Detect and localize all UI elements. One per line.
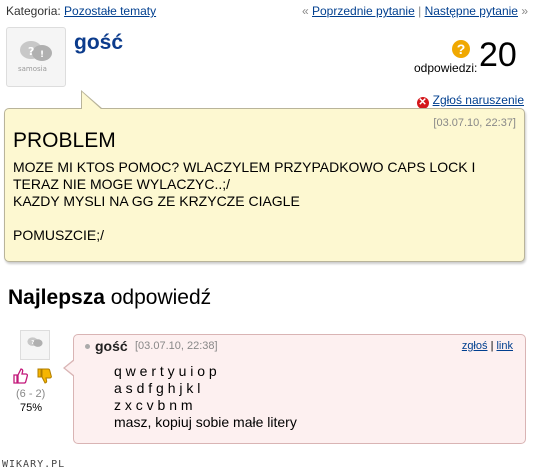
answer-report-link[interactable]: zgłoś [462, 340, 488, 352]
answer-author[interactable]: gość [95, 338, 128, 354]
best-answer-heading: Najlepsza odpowiedź [8, 286, 211, 310]
thumbs-up-icon[interactable] [12, 368, 29, 384]
nav-separator: | [418, 4, 422, 18]
answer-body: q w e r t y u i o p a s d f g h j k l z … [114, 363, 297, 430]
svg-text:?: ? [31, 340, 34, 346]
thumbs-down-icon[interactable] [36, 368, 52, 384]
best-answer-heading-bold: Najlepsza [8, 286, 105, 309]
category-link[interactable]: Pozostałe tematy [64, 4, 156, 18]
watermark: WIKARY.PL [2, 459, 66, 470]
top-bar: Kategoria: Pozostałe tematy « Poprzednie… [6, 4, 530, 18]
next-question-link[interactable]: Następne pytanie [425, 4, 518, 18]
samosia-logo-icon: ? ! samosia [18, 41, 52, 73]
nav-suffix: » [521, 4, 528, 18]
answer-box: gość [03.07.10, 22:38] zgłoś | link q w … [63, 334, 526, 444]
vote-count: (6 - 2) [16, 388, 46, 400]
answer-links: zgłoś | link [462, 340, 513, 352]
speech-tail-fill [82, 92, 102, 110]
status-dot-icon [85, 344, 90, 349]
avatar[interactable]: ? ! samosia [6, 27, 66, 87]
answers-count: 20 [479, 36, 517, 74]
svg-text:?: ? [28, 45, 34, 58]
samosia-logo-icon: ? [27, 337, 43, 347]
speech-tail-fill [65, 360, 75, 376]
best-answer-heading-rest: odpowiedź [104, 286, 212, 309]
answer-permalink[interactable]: link [496, 340, 513, 352]
svg-text:!: ! [40, 50, 44, 60]
vote-percent: 75% [20, 402, 43, 414]
answer-avatar[interactable]: ? [20, 330, 50, 360]
question-nav: « Poprzednie pytanie | Następne pytanie … [302, 4, 528, 18]
question-title: PROBLEM [13, 129, 116, 152]
question-date: [03.07.10, 22:37] [433, 117, 516, 129]
report-violation-link[interactable]: Zgłoś naruszenie [433, 93, 524, 107]
answer-date: [03.07.10, 22:38] [135, 340, 218, 352]
question-box: [03.07.10, 22:37] PROBLEM MOZE MI KTOS P… [4, 90, 525, 262]
svg-text:samosia: samosia [18, 65, 47, 73]
answers-label: odpowiedzi: [414, 61, 478, 75]
links-separator: | [490, 340, 494, 352]
category-label: Kategoria: [6, 4, 61, 18]
prev-question-link[interactable]: Poprzednie pytanie [312, 4, 415, 18]
nav-prefix: « [301, 4, 309, 18]
question-mark-icon: ? [452, 40, 470, 58]
question-body: MOZE MI KTOS POMOC? WLACZYLEM PRZYPADKOW… [13, 159, 476, 243]
question-author[interactable]: gość [74, 31, 123, 55]
report-violation[interactable]: ✕ Zgłoś naruszenie [416, 93, 524, 109]
